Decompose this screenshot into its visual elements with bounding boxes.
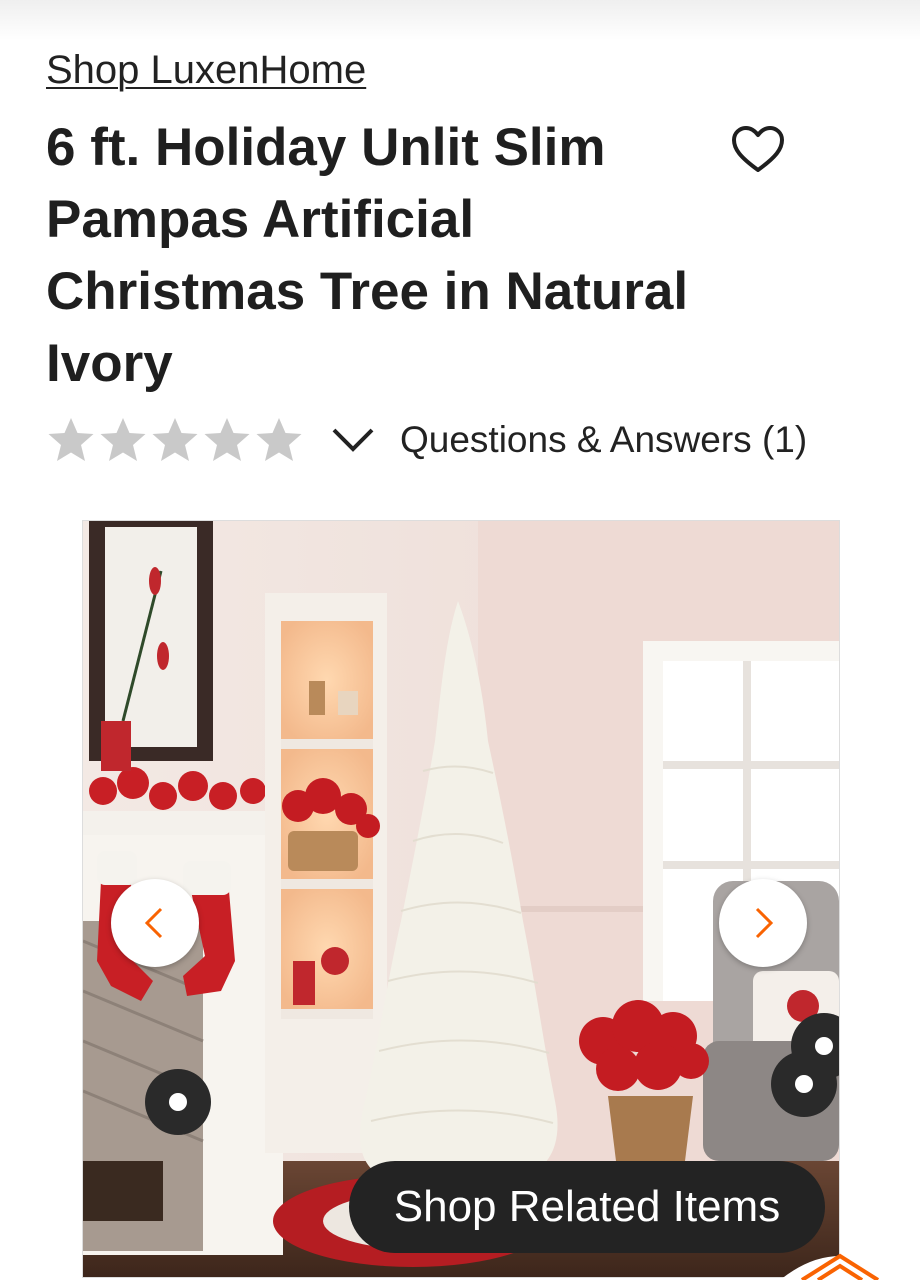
rating-row[interactable]: Questions & Answers (1) [46, 412, 807, 468]
favorite-button[interactable] [730, 124, 786, 176]
heart-icon [732, 126, 784, 172]
shop-related-items-button[interactable]: Shop Related Items [349, 1161, 825, 1253]
product-hotspot[interactable] [771, 1051, 837, 1117]
hotspot-dot [815, 1037, 833, 1055]
star-icon [256, 418, 302, 461]
product-image-gallery[interactable]: Shop Related Items [82, 520, 840, 1278]
top-fade [0, 0, 920, 40]
store-logo-icon [780, 1253, 900, 1280]
product-hotspot[interactable] [145, 1069, 211, 1135]
questions-answers-link[interactable]: Questions & Answers (1) [400, 419, 807, 461]
star-icon [100, 418, 146, 461]
chevron-down-icon[interactable] [328, 422, 378, 458]
hotspot-dot [169, 1093, 187, 1111]
next-image-button[interactable] [719, 879, 807, 967]
star-icon [152, 418, 198, 461]
chevron-left-icon [144, 907, 163, 939]
star-icon [204, 418, 250, 461]
previous-image-button[interactable] [111, 879, 199, 967]
star-icon [48, 418, 94, 461]
shop-store-link[interactable]: Shop LuxenHome [46, 48, 366, 93]
chevron-right-icon [755, 907, 774, 939]
product-title: 6 ft. Holiday Unlit Slim Pampas Artifici… [46, 118, 689, 393]
hotspot-dot [795, 1075, 813, 1093]
